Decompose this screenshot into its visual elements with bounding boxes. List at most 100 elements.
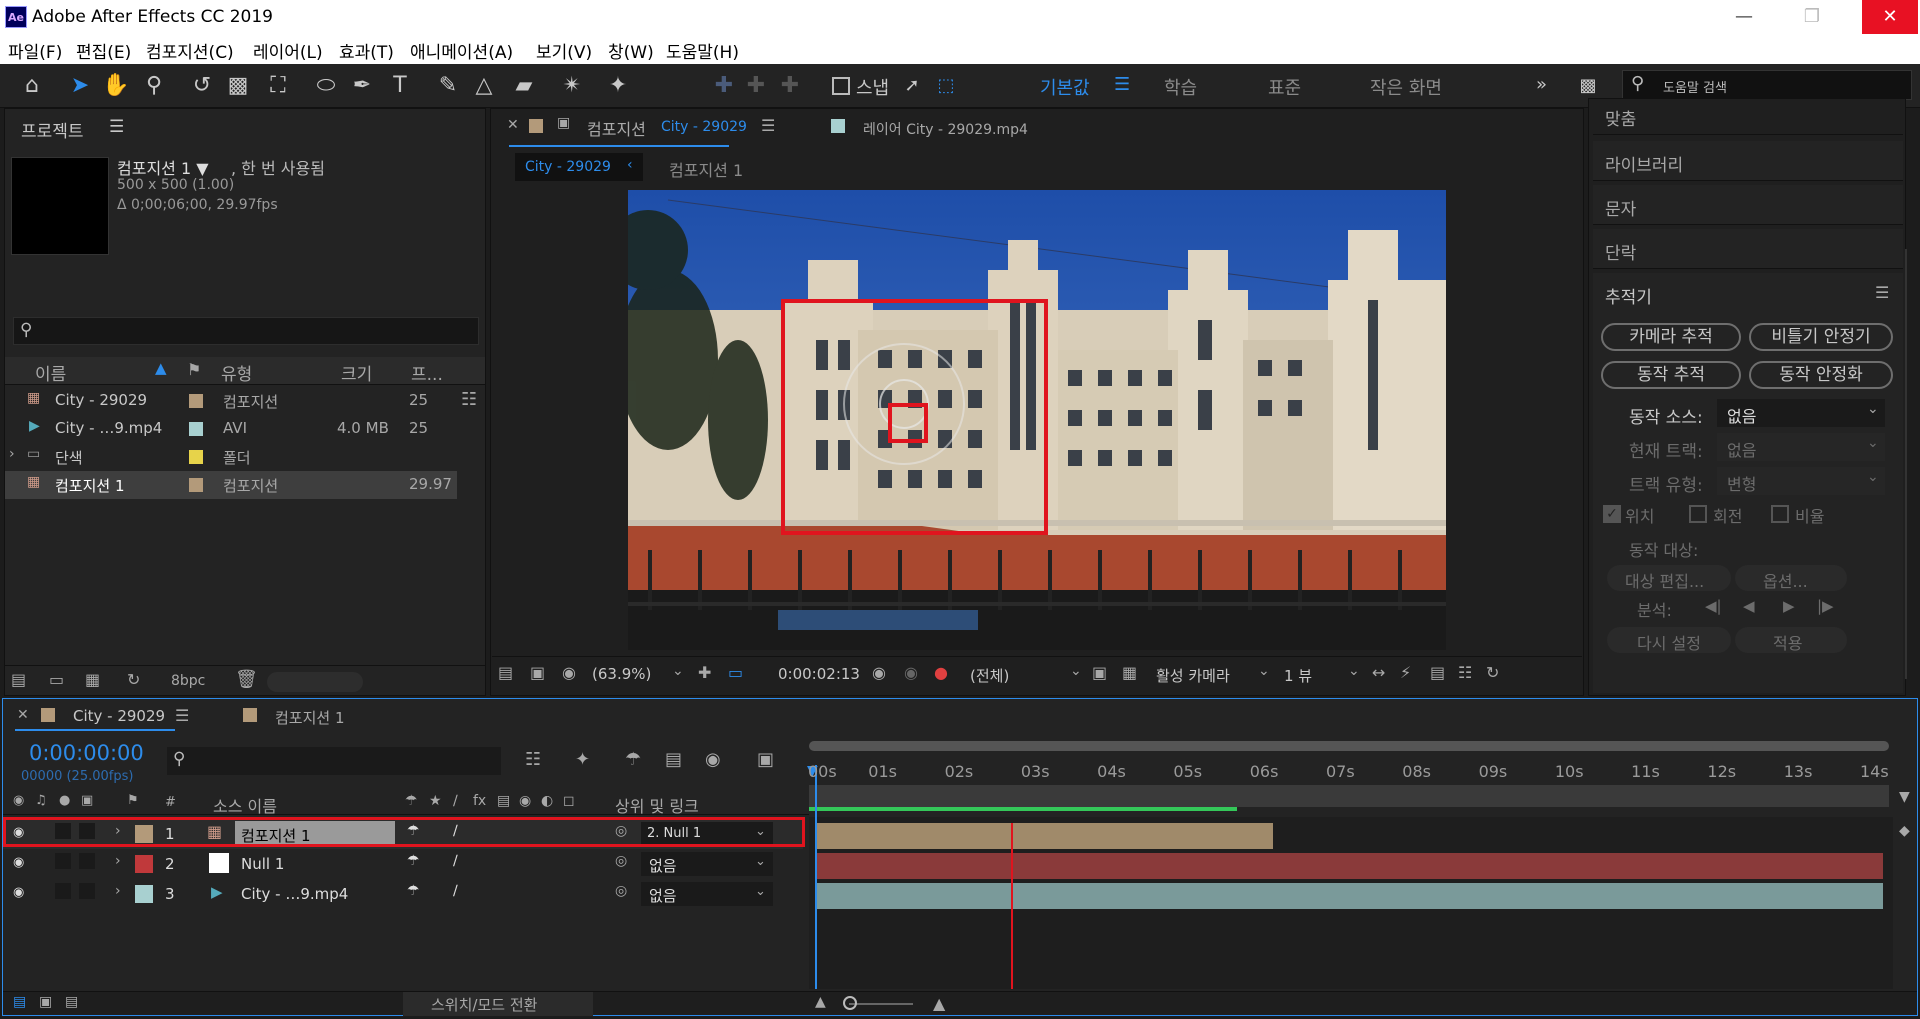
track-type-select[interactable]: 변형 ⌄ bbox=[1717, 467, 1885, 495]
layer-2-duration-bar[interactable] bbox=[817, 853, 1883, 879]
chevron-down-icon[interactable]: ⌄ bbox=[1258, 663, 1270, 679]
project-tab[interactable]: 프로젝트 bbox=[21, 117, 84, 142]
audio-toggle[interactable] bbox=[55, 883, 71, 899]
new-comp-icon[interactable]: ▦ bbox=[85, 670, 100, 689]
menu-help[interactable]: 도움말(H) bbox=[666, 38, 739, 63]
workspace-learn[interactable]: 학습 bbox=[1164, 74, 1197, 100]
quality-switch-icon[interactable]: ∕ bbox=[453, 793, 458, 809]
position-checkbox[interactable]: ✓ bbox=[1603, 505, 1621, 523]
layer-3-duration-bar[interactable] bbox=[817, 883, 1883, 909]
sync-settings-icon[interactable]: ▩ bbox=[1574, 72, 1602, 100]
track-camera-button[interactable]: 카메라 추적 bbox=[1601, 323, 1741, 351]
keyframe-nav-icon[interactable]: ◆ bbox=[1899, 823, 1910, 839]
label-icon[interactable]: ⚑ bbox=[127, 793, 139, 808]
playhead-handle-icon[interactable]: ▼ bbox=[807, 763, 818, 779]
home-icon[interactable]: ⌂ bbox=[18, 72, 46, 100]
panel-menu-icon[interactable]: ☰ bbox=[761, 116, 775, 135]
parent-select[interactable]: 없음 ⌄ bbox=[641, 852, 773, 876]
col-type[interactable]: 유형 bbox=[221, 360, 252, 385]
analyze-forward-one-icon[interactable]: |▶ bbox=[1817, 597, 1834, 615]
layer-name[interactable]: City - …9.mp4 bbox=[241, 885, 348, 903]
work-area-bar[interactable] bbox=[809, 785, 1889, 807]
hand-tool-icon[interactable]: ✋ bbox=[102, 72, 130, 100]
edit-target-button[interactable]: 대상 편집... bbox=[1607, 565, 1731, 591]
close-tab-icon[interactable]: ✕ bbox=[507, 117, 519, 133]
workspace-menu-icon[interactable]: ☰ bbox=[1114, 74, 1130, 95]
solo-toggle[interactable] bbox=[79, 883, 95, 899]
chevron-down-icon[interactable]: ⌄ bbox=[1348, 663, 1360, 679]
layer-label-color[interactable] bbox=[135, 855, 153, 873]
camera-tool-icon[interactable]: ▩ bbox=[224, 72, 252, 100]
comp-tab-label[interactable]: 컴포지션 bbox=[587, 116, 646, 140]
transfer-controls-icon[interactable]: ▣ bbox=[39, 994, 52, 1010]
bpc-label[interactable]: 8bpc bbox=[171, 673, 205, 689]
analyze-forward-icon[interactable]: ▶ bbox=[1783, 597, 1795, 615]
track-feature-region[interactable] bbox=[888, 403, 928, 443]
zoom-in-icon[interactable]: ▲ bbox=[933, 994, 945, 1013]
close-button[interactable]: ✕ bbox=[1862, 0, 1918, 34]
expand-chevron-icon[interactable]: › bbox=[115, 883, 121, 899]
col-fps[interactable]: 프... bbox=[411, 360, 443, 385]
axis-view-icon[interactable]: ✚ bbox=[776, 72, 804, 100]
panel-section-library[interactable]: 라이브러리 bbox=[1593, 141, 1903, 181]
col-name[interactable]: 이름 bbox=[35, 360, 66, 385]
workspace-more-icon[interactable]: » bbox=[1536, 74, 1547, 95]
panel-menu-icon[interactable]: ☰ bbox=[1875, 283, 1889, 302]
reset-button[interactable]: 다시 설정 bbox=[1607, 627, 1731, 653]
time-navigator-bar[interactable] bbox=[809, 741, 1889, 751]
analyze-back-one-icon[interactable]: ◀| bbox=[1705, 597, 1722, 615]
composition-mini-flowchart-icon[interactable]: ☷ bbox=[525, 749, 541, 770]
show-snapshot-icon[interactable]: ◉ bbox=[904, 663, 918, 682]
sort-ascending-icon[interactable]: ▲ bbox=[155, 359, 167, 377]
workspace-small-screen[interactable]: 작은 화면 bbox=[1370, 74, 1442, 100]
3d-switch-icon[interactable]: ◻ bbox=[563, 793, 575, 809]
analyze-backward-icon[interactable]: ◀ bbox=[1743, 597, 1755, 615]
frame-blending-icon[interactable]: ▤ bbox=[665, 749, 682, 770]
region-of-interest-icon[interactable]: ▣ bbox=[1092, 663, 1107, 682]
workspace-standard[interactable]: 표준 bbox=[1268, 74, 1301, 100]
label-color-swatch[interactable] bbox=[189, 478, 203, 492]
menu-window[interactable]: 창(W) bbox=[608, 38, 654, 63]
expand-chevron-icon[interactable]: › bbox=[115, 853, 121, 869]
pan-behind-tool-icon[interactable]: ⛶ bbox=[264, 72, 292, 100]
safe-margins-icon[interactable]: ✚ bbox=[698, 663, 711, 682]
pickwhip-icon[interactable]: ◎ bbox=[615, 883, 627, 899]
project-item-selected[interactable]: ▦ 컴포지션 1 컴포지션 29.97 bbox=[5, 471, 457, 499]
toggle-pixel-aspect-icon[interactable]: ↔ bbox=[1372, 663, 1385, 682]
comp-button-icon[interactable]: ▼ bbox=[1899, 789, 1910, 805]
chevron-down-icon[interactable]: ⌄ bbox=[672, 663, 684, 679]
feather-tool-icon[interactable]: ⬚ bbox=[932, 72, 960, 100]
vr-icon[interactable]: ◉ bbox=[562, 663, 576, 682]
timeline-layer-row[interactable]: ◉ › 2 Null 1 ☂ ∕ ◎ 없음 ⌄ bbox=[3, 849, 803, 879]
visibility-eye-icon[interactable]: ◉ bbox=[13, 885, 24, 900]
current-time[interactable]: 0:00:02:13 bbox=[778, 665, 860, 683]
parent-select[interactable]: 없음 ⌄ bbox=[641, 882, 773, 906]
motion-blur-icon[interactable]: ◉ bbox=[705, 749, 721, 770]
adjustment-switch-icon[interactable]: ◐ bbox=[541, 793, 553, 809]
resolution-select[interactable]: (전체) bbox=[970, 665, 1009, 686]
monitor-icon[interactable]: ▣ bbox=[530, 663, 545, 682]
brush-tool-icon[interactable]: ✎ bbox=[434, 72, 462, 100]
menu-animation[interactable]: 애니메이션(A) bbox=[410, 38, 513, 63]
in-out-icon[interactable]: ▤ bbox=[65, 994, 78, 1010]
puppet-tool-icon[interactable]: ✦ bbox=[604, 72, 632, 100]
roto-brush-tool-icon[interactable]: ✴ bbox=[558, 72, 586, 100]
comp-name[interactable]: 컴포지션 1 ▼ bbox=[117, 155, 209, 179]
label-color-swatch[interactable] bbox=[189, 450, 203, 464]
axis-local-icon[interactable]: ✚ bbox=[710, 72, 738, 100]
snap-checkbox[interactable] bbox=[832, 77, 850, 95]
quality-switch-icon[interactable]: ∕ bbox=[453, 853, 458, 869]
panel-menu-icon[interactable]: ☰ bbox=[109, 117, 124, 137]
shape-tool-icon[interactable]: ⬭ bbox=[312, 72, 340, 100]
clone-stamp-tool-icon[interactable]: △ bbox=[470, 72, 498, 100]
close-tab-icon[interactable]: ✕ bbox=[17, 707, 29, 723]
breadcrumb-item[interactable]: 컴포지션 1 bbox=[669, 157, 743, 181]
flowchart-icon[interactable]: ☷ bbox=[461, 389, 477, 410]
label-icon[interactable]: ⚑ bbox=[187, 360, 201, 379]
zoom-slider-track[interactable] bbox=[849, 1003, 913, 1005]
current-time-indicator-line[interactable] bbox=[1011, 823, 1013, 989]
zoom-tool-icon[interactable]: ⚲ bbox=[140, 72, 168, 100]
composition-frame[interactable] bbox=[628, 190, 1446, 650]
motion-source-select[interactable]: 없음 ⌄ bbox=[1717, 399, 1885, 427]
zoom-out-icon[interactable]: ▲ bbox=[815, 994, 826, 1010]
